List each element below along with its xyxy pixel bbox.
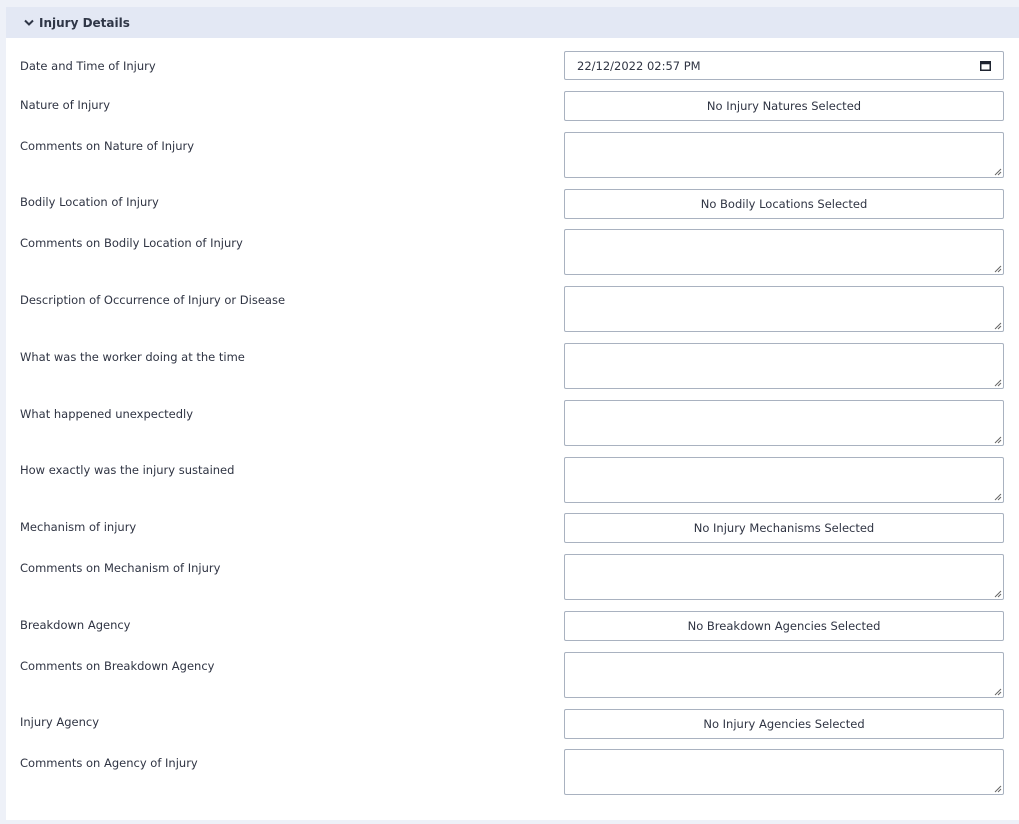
section-title: Injury Details xyxy=(39,15,130,30)
breakdown-agency-select-button[interactable]: No Breakdown Agencies Selected xyxy=(564,611,1004,641)
bodily-location-button-text: No Bodily Locations Selected xyxy=(700,197,868,211)
nature-button-text: No Injury Natures Selected xyxy=(706,99,862,113)
resize-handle-icon[interactable] xyxy=(993,321,1002,330)
injury-details-panel: Injury Details Date and Time of Injury 2… xyxy=(6,7,1019,820)
nature-label: Nature of Injury xyxy=(20,98,111,112)
happened-unexpectedly-textarea[interactable] xyxy=(564,400,1004,446)
bodily-location-comments-label: Comments on Bodily Location of Injury xyxy=(20,236,243,250)
injury-agency-comments-label: Comments on Agency of Injury xyxy=(20,756,198,770)
section-header[interactable]: Injury Details xyxy=(6,7,1019,38)
date-time-value: 22/12/2022 02:57 PM xyxy=(577,58,701,73)
date-time-input[interactable]: 22/12/2022 02:57 PM xyxy=(564,51,1004,80)
breakdown-agency-button-text: No Breakdown Agencies Selected xyxy=(687,619,881,633)
worker-doing-textarea[interactable] xyxy=(564,343,1004,389)
calendar-icon[interactable] xyxy=(980,60,991,71)
bodily-location-label: Bodily Location of Injury xyxy=(20,195,159,209)
resize-handle-icon[interactable] xyxy=(993,435,1002,444)
resize-handle-icon[interactable] xyxy=(993,378,1002,387)
nature-select-button[interactable]: No Injury Natures Selected xyxy=(564,91,1004,121)
breakdown-agency-comments-label: Comments on Breakdown Agency xyxy=(20,659,215,673)
occurrence-description-label: Description of Occurrence of Injury or D… xyxy=(20,293,286,307)
bodily-location-select-button[interactable]: No Bodily Locations Selected xyxy=(564,189,1004,219)
injury-agency-button-text: No Injury Agencies Selected xyxy=(703,717,865,731)
bodily-location-comments-textarea[interactable] xyxy=(564,229,1004,275)
injury-agency-comments-textarea[interactable] xyxy=(564,749,1004,795)
injury-agency-label: Injury Agency xyxy=(20,715,100,729)
resize-handle-icon[interactable] xyxy=(993,784,1002,793)
injury-agency-select-button[interactable]: No Injury Agencies Selected xyxy=(564,709,1004,739)
mechanism-label: Mechanism of injury xyxy=(20,520,137,534)
resize-handle-icon[interactable] xyxy=(993,589,1002,598)
how-sustained-label: How exactly was the injury sustained xyxy=(20,463,235,477)
date-time-label: Date and Time of Injury xyxy=(20,59,156,73)
chevron-down-icon[interactable] xyxy=(23,17,35,29)
breakdown-agency-comments-textarea[interactable] xyxy=(564,652,1004,698)
worker-doing-label: What was the worker doing at the time xyxy=(20,350,245,364)
mechanism-button-text: No Injury Mechanisms Selected xyxy=(693,521,875,535)
mechanism-select-button[interactable]: No Injury Mechanisms Selected xyxy=(564,513,1004,543)
happened-unexpectedly-label: What happened unexpectedly xyxy=(20,407,194,421)
resize-handle-icon[interactable] xyxy=(993,264,1002,273)
occurrence-description-textarea[interactable] xyxy=(564,286,1004,332)
resize-handle-icon[interactable] xyxy=(993,167,1002,176)
nature-comments-textarea[interactable] xyxy=(564,132,1004,178)
resize-handle-icon[interactable] xyxy=(993,492,1002,501)
how-sustained-textarea[interactable] xyxy=(564,457,1004,503)
nature-comments-label: Comments on Nature of Injury xyxy=(20,139,195,153)
mechanism-comments-label: Comments on Mechanism of Injury xyxy=(20,561,221,575)
mechanism-comments-textarea[interactable] xyxy=(564,554,1004,600)
resize-handle-icon[interactable] xyxy=(993,687,1002,696)
breakdown-agency-label: Breakdown Agency xyxy=(20,618,131,632)
